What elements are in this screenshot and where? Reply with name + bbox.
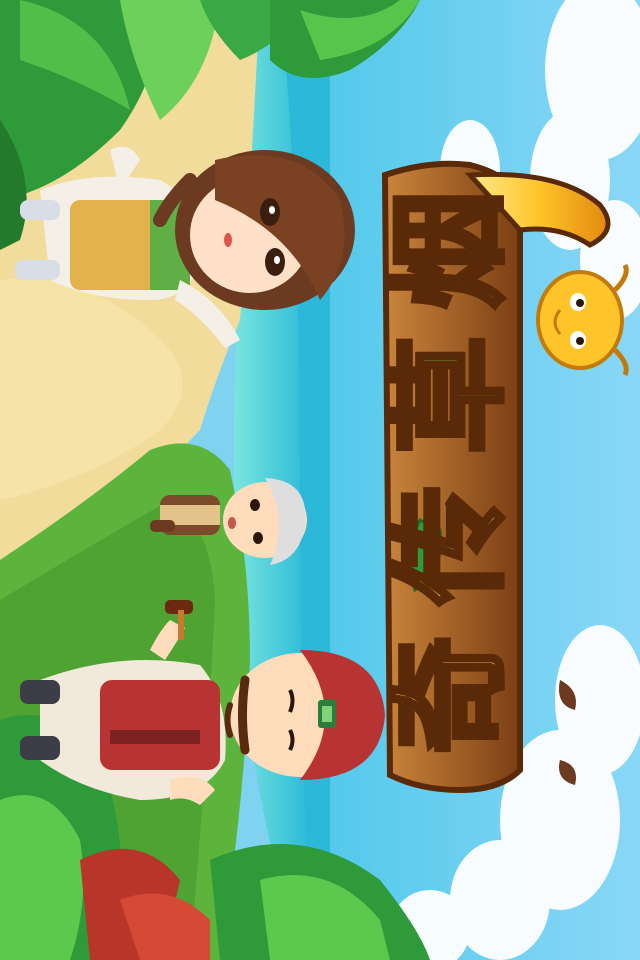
splash-scene <box>0 0 640 960</box>
